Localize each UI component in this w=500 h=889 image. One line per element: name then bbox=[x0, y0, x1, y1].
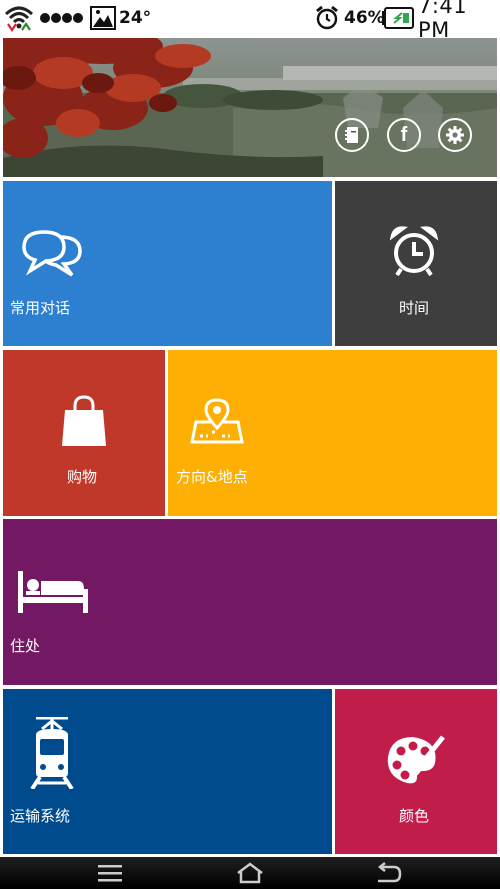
image-icon bbox=[90, 0, 116, 36]
settings-icon bbox=[446, 126, 464, 144]
tram-icon bbox=[30, 717, 74, 789]
back-icon bbox=[377, 862, 402, 883]
back-button[interactable] bbox=[358, 857, 418, 889]
bed-icon bbox=[18, 571, 88, 613]
tile-lodging[interactable]: 住处 bbox=[3, 519, 497, 685]
tile-label: 颜色 bbox=[399, 807, 430, 825]
tile-label: 购物 bbox=[67, 468, 98, 486]
tile-label: 运输系统 bbox=[10, 807, 71, 825]
home-icon bbox=[237, 862, 263, 884]
battery-charging-icon bbox=[381, 0, 415, 36]
facebook-icon: f bbox=[400, 124, 408, 146]
notebook-button[interactable] bbox=[335, 118, 369, 152]
banner-scenery-image bbox=[3, 38, 497, 177]
signal-dots-icon bbox=[40, 0, 84, 36]
status-bar: 24° 46% 7:41 PM bbox=[0, 0, 500, 42]
system-nav-bar bbox=[0, 857, 500, 889]
chat-bubbles-icon bbox=[22, 230, 82, 277]
tile-time[interactable]: 时间 bbox=[335, 181, 497, 346]
map-pin-icon bbox=[190, 398, 244, 444]
tile-shopping[interactable]: 购物 bbox=[3, 350, 165, 516]
menu-icon bbox=[98, 865, 122, 882]
tile-label: 常用对话 bbox=[10, 299, 71, 317]
tile-label: 时间 bbox=[399, 299, 430, 317]
tile-label: 方向&地点 bbox=[176, 468, 248, 486]
palette-icon bbox=[387, 735, 445, 784]
clock-time: 7:41 PM bbox=[418, 0, 468, 42]
settings-button[interactable] bbox=[438, 118, 472, 152]
alarm-icon bbox=[314, 0, 340, 36]
temperature-text: 24° bbox=[119, 8, 152, 28]
tile-directions[interactable]: 方向&地点 bbox=[168, 350, 497, 516]
facebook-button[interactable]: f bbox=[387, 118, 421, 152]
home-button[interactable] bbox=[220, 857, 280, 889]
shopping-bag-icon bbox=[62, 395, 106, 446]
tile-conversation[interactable]: 常用对话 bbox=[3, 181, 332, 346]
notebook-icon bbox=[345, 127, 358, 143]
header-banner: f bbox=[3, 38, 497, 177]
tile-label: 住处 bbox=[10, 637, 41, 655]
menu-button[interactable] bbox=[80, 857, 140, 889]
tile-colors[interactable]: 颜色 bbox=[335, 689, 497, 854]
wifi-icon bbox=[4, 0, 34, 36]
battery-percent-text: 46% bbox=[344, 8, 385, 28]
tile-transport[interactable]: 运输系统 bbox=[3, 689, 332, 854]
alarm-clock-icon bbox=[389, 226, 439, 277]
